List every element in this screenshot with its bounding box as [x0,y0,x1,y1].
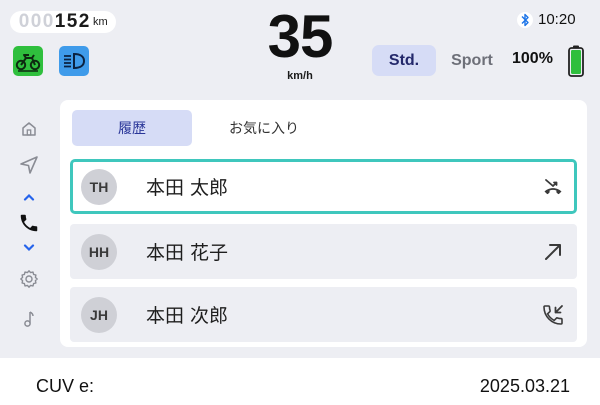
mode-sport-button[interactable]: Sport [444,45,500,76]
odometer-digit: 2 [78,11,90,32]
speed-unit: km/h [287,70,313,82]
chevron-up-icon[interactable] [18,190,40,204]
contact-name: 本田 次郎 [146,305,229,327]
music-icon[interactable] [18,308,40,330]
avatar: HH [81,233,117,270]
navigation-icon[interactable] [18,154,40,176]
speed-readout: 35 [267,3,334,70]
clock: 10:20 [538,11,576,28]
headlight-icon [59,46,89,76]
avatar: TH [81,168,117,205]
contact-name: 本田 花子 [146,242,229,264]
settings-icon[interactable] [18,268,40,290]
traction-control-icon [13,46,43,76]
odometer-unit: km [93,16,108,28]
battery-icon [568,45,584,81]
home-icon[interactable] [18,118,40,140]
bluetooth-icon [517,12,533,28]
tab-favorites[interactable]: お気に入り [204,110,324,146]
phone-panel: 履歴 お気に入り TH 本田 太郎 HH 本田 花子 JH 本田 次郎 [60,100,587,347]
list-item[interactable]: JH 本田 次郎 [70,287,577,342]
odometer-digit: 0 [42,11,54,32]
odometer-digit: 0 [18,11,30,32]
chevron-down-icon[interactable] [18,241,40,255]
mode-std-button[interactable]: Std. [372,45,436,76]
model-name: CUV e: [36,376,95,396]
tab-history[interactable]: 履歴 [72,110,192,146]
odometer-digit: 0 [30,11,42,32]
caption-date: 2025.03.21 [479,376,570,396]
odometer-digit: 5 [66,11,78,32]
incoming-call-icon [541,303,565,327]
outgoing-call-icon [541,240,565,264]
odometer-digit: 1 [54,11,66,32]
battery-percent: 100% [512,50,553,67]
contact-name: 本田 太郎 [146,177,229,199]
list-item[interactable]: HH 本田 花子 [70,224,577,279]
dashboard-screen: 0 0 0 1 5 2 km 35 km/h Std. Sport 100% 1… [0,0,600,358]
missed-call-icon [541,175,565,199]
phone-icon[interactable] [18,212,40,234]
odometer: 0 0 0 1 5 2 km [10,11,116,33]
list-item[interactable]: TH 本田 太郎 [70,159,577,214]
avatar: JH [81,296,117,333]
